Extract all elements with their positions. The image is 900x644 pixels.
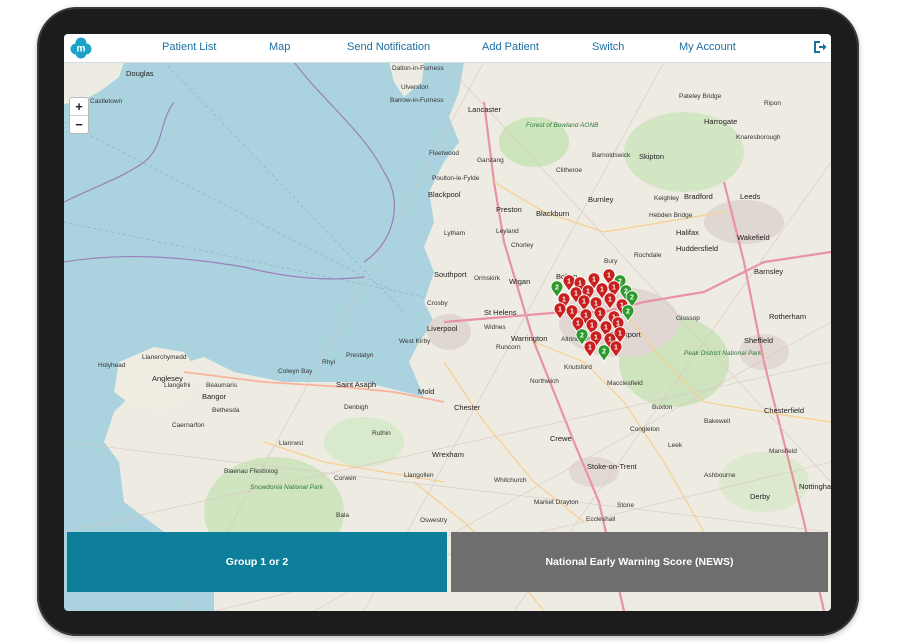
group-1-or-2-button[interactable]: Group 1 or 2 bbox=[67, 532, 447, 592]
app-screen: m Patient List Map Send Notification Add… bbox=[64, 34, 831, 611]
svg-text:1: 1 bbox=[588, 345, 592, 352]
svg-text:2: 2 bbox=[555, 285, 559, 292]
svg-text:2: 2 bbox=[580, 333, 584, 340]
news-button-label: National Early Warning Score (NEWS) bbox=[545, 556, 734, 568]
svg-text:1: 1 bbox=[576, 321, 580, 328]
nav-send-notification[interactable]: Send Notification bbox=[347, 41, 430, 53]
top-nav: m Patient List Map Send Notification Add… bbox=[64, 34, 831, 63]
patient-marker-red[interactable]: 1 bbox=[583, 340, 597, 358]
svg-text:1: 1 bbox=[558, 307, 562, 314]
svg-text:1: 1 bbox=[607, 273, 611, 280]
zoom-in-button[interactable]: + bbox=[70, 98, 88, 115]
zoom-control: + − bbox=[69, 97, 89, 134]
svg-text:1: 1 bbox=[592, 277, 596, 284]
zoom-out-button[interactable]: − bbox=[70, 115, 88, 133]
svg-text:1: 1 bbox=[570, 309, 574, 316]
news-score-button[interactable]: National Early Warning Score (NEWS) bbox=[451, 532, 828, 592]
svg-text:1: 1 bbox=[590, 323, 594, 330]
patient-marker-green[interactable]: 2 bbox=[621, 304, 635, 322]
patient-marker-red[interactable]: 1 bbox=[603, 292, 617, 310]
patient-marker-red[interactable]: 1 bbox=[553, 302, 567, 320]
svg-text:2: 2 bbox=[630, 295, 634, 302]
nav-add-patient[interactable]: Add Patient bbox=[482, 41, 539, 53]
svg-text:1: 1 bbox=[612, 285, 616, 292]
svg-text:m: m bbox=[77, 44, 86, 55]
patient-marker-red[interactable]: 1 bbox=[609, 340, 623, 358]
svg-text:1: 1 bbox=[584, 313, 588, 320]
svg-text:1: 1 bbox=[600, 287, 604, 294]
svg-text:1: 1 bbox=[574, 291, 578, 298]
nav-my-account[interactable]: My Account bbox=[679, 41, 736, 53]
svg-text:1: 1 bbox=[586, 289, 590, 296]
svg-text:1: 1 bbox=[598, 311, 602, 318]
svg-text:1: 1 bbox=[582, 299, 586, 306]
svg-text:1: 1 bbox=[562, 297, 566, 304]
group-button-label: Group 1 or 2 bbox=[225, 556, 289, 568]
svg-text:1: 1 bbox=[614, 345, 618, 352]
svg-text:2: 2 bbox=[602, 349, 606, 356]
nav-switch[interactable]: Switch bbox=[592, 41, 624, 53]
svg-text:1: 1 bbox=[594, 301, 598, 308]
map-view[interactable]: Douglas Castletown Dalton-in-Furness Ulv… bbox=[64, 62, 831, 611]
svg-text:1: 1 bbox=[594, 335, 598, 342]
nav-patient-list[interactable]: Patient List bbox=[162, 41, 216, 53]
svg-text:1: 1 bbox=[618, 331, 622, 338]
patient-marker-cluster[interactable]: 2111121111121111121111211112111121 bbox=[64, 62, 831, 611]
svg-text:1: 1 bbox=[608, 297, 612, 304]
svg-text:2: 2 bbox=[626, 309, 630, 316]
svg-text:1: 1 bbox=[567, 279, 571, 286]
patient-marker-green[interactable]: 2 bbox=[597, 344, 611, 362]
patient-marker-red[interactable]: 1 bbox=[577, 294, 591, 312]
logout-icon[interactable] bbox=[813, 39, 827, 55]
nav-map[interactable]: Map bbox=[269, 41, 290, 53]
svg-text:1: 1 bbox=[578, 281, 582, 288]
svg-text:1: 1 bbox=[604, 325, 608, 332]
app-logo-icon[interactable]: m bbox=[69, 36, 93, 60]
